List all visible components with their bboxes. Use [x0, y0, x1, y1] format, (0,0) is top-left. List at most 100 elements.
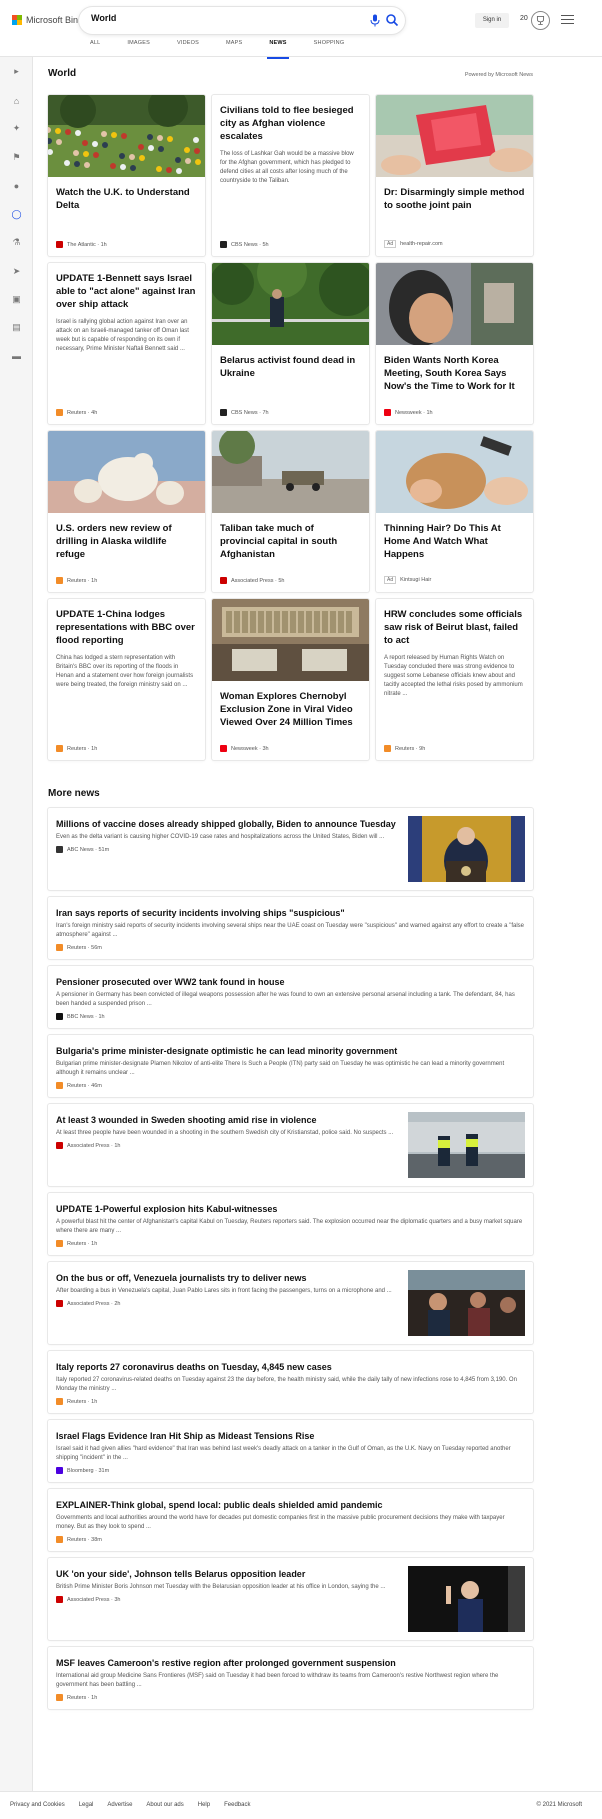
footer-link[interactable]: About our ads — [146, 1802, 183, 1808]
news-card[interactable]: Biden Wants North Korea Meeting, South K… — [376, 263, 533, 424]
source-name[interactable]: ABC News · 51m — [67, 847, 109, 853]
source-name[interactable]: Reuters · 1h — [67, 1695, 97, 1701]
news-list-item[interactable]: Iran says reports of security incidents … — [48, 897, 533, 959]
card-title[interactable]: UPDATE 1-Bennett says Israel able to "ac… — [48, 263, 205, 311]
news-card[interactable]: Belarus activist found dead in Ukraine CB… — [212, 263, 369, 424]
globe-icon[interactable]: ◯ — [10, 208, 23, 221]
home-icon[interactable]: ⌂ — [10, 94, 23, 107]
film-icon[interactable]: ▣ — [10, 293, 23, 306]
news-card[interactable]: Woman Explores Chernobyl Exclusion Zone … — [212, 599, 369, 760]
rewards-count[interactable]: 20 — [520, 15, 528, 22]
news-headline[interactable]: MSF leaves Cameroon's restive region aft… — [48, 1647, 533, 1669]
source-name[interactable]: BBC News · 1h — [67, 1014, 105, 1020]
tab-maps[interactable]: MAPS — [226, 40, 242, 56]
rewards-trophy-icon[interactable] — [531, 11, 550, 30]
news-list-item[interactable]: Millions of vaccine doses already shippe… — [48, 808, 533, 890]
card-image[interactable] — [212, 431, 369, 513]
tab-news[interactable]: NEWS — [267, 40, 290, 59]
source-name[interactable]: Bloomberg · 31m — [67, 1468, 109, 1474]
news-list-item[interactable]: Italy reports 27 coronavirus deaths on T… — [48, 1351, 533, 1413]
news-card[interactable]: UPDATE 1-Bennett says Israel able to "ac… — [48, 263, 205, 424]
microscope-icon[interactable]: ⚗ — [10, 236, 23, 249]
footer-link[interactable]: Legal — [79, 1802, 94, 1808]
source-name[interactable]: Reuters · 38m — [67, 1537, 102, 1543]
card-image[interactable] — [48, 95, 205, 177]
news-list-item[interactable]: Israel Flags Evidence Iran Hit Ship as M… — [48, 1420, 533, 1482]
source-name[interactable]: Newsweek · 3h — [231, 746, 269, 752]
source-name[interactable]: Reuters · 1h — [67, 578, 97, 584]
news-list-item[interactable]: At least 3 wounded in Sweden shooting am… — [48, 1104, 533, 1186]
source-name[interactable]: Reuters · 1h — [67, 1399, 97, 1405]
powered-by[interactable]: Powered by Microsoft News — [465, 72, 533, 78]
location-icon[interactable]: ● — [10, 179, 23, 192]
news-card[interactable]: Taliban take much of provincial capital … — [212, 431, 369, 592]
card-title[interactable]: Thinning Hair? Do This At Home And Watch… — [376, 513, 533, 561]
source-name[interactable]: Newsweek · 1h — [395, 410, 433, 416]
chevron-right-icon[interactable]: ▸ — [10, 65, 23, 78]
card-image[interactable] — [376, 431, 533, 513]
source-name[interactable]: Associated Press · 5h — [231, 578, 285, 584]
tab-all[interactable]: ALL — [90, 40, 100, 56]
card-title[interactable]: Civilians told to flee besieged city as … — [212, 95, 369, 143]
news-list-item[interactable]: Pensioner prosecuted over WW2 tank found… — [48, 966, 533, 1028]
news-card[interactable]: Thinning Hair? Do This At Home And Watch… — [376, 431, 533, 592]
news-card[interactable]: Dr: Disarmingly simple method to soothe … — [376, 95, 533, 256]
news-headline[interactable]: Israel Flags Evidence Iran Hit Ship as M… — [48, 1420, 533, 1442]
card-title[interactable]: Biden Wants North Korea Meeting, South K… — [376, 345, 533, 393]
microphone-icon[interactable] — [369, 14, 381, 27]
tab-videos[interactable]: VIDEOS — [177, 40, 199, 56]
source-name[interactable]: CBS News · 7h — [231, 410, 269, 416]
footer-link[interactable]: Feedback — [224, 1802, 250, 1808]
source-name[interactable]: CBS News · 5h — [231, 242, 269, 248]
news-thumbnail[interactable] — [408, 1112, 525, 1178]
news-list-item[interactable]: UPDATE 1-Powerful explosion hits Kabul-w… — [48, 1193, 533, 1255]
source-name[interactable]: Reuters · 1h — [67, 1241, 97, 1247]
sign-in-button[interactable]: Sign in — [475, 13, 509, 28]
news-list-item[interactable]: UK 'on your side', Johnson tells Belarus… — [48, 1558, 533, 1640]
hamburger-menu-icon[interactable] — [561, 15, 574, 25]
card-image[interactable] — [376, 95, 533, 177]
search-box[interactable] — [79, 7, 405, 34]
news-list-item[interactable]: EXPLAINER-Think global, spend local: pub… — [48, 1489, 533, 1551]
card-title[interactable]: Watch the U.K. to Understand Delta — [48, 177, 205, 212]
source-name[interactable]: Kintsugi Hair — [400, 577, 431, 583]
source-name[interactable]: Reuters · 9h — [395, 746, 425, 752]
news-thumbnail[interactable] — [408, 816, 525, 886]
news-headline[interactable]: EXPLAINER-Think global, spend local: pub… — [48, 1489, 533, 1511]
search-icon[interactable] — [385, 13, 399, 27]
card-image[interactable] — [212, 263, 369, 345]
search-input[interactable] — [91, 13, 311, 23]
source-name[interactable]: Associated Press · 2h — [67, 1301, 121, 1307]
bank-icon[interactable]: ▤ — [10, 321, 23, 334]
card-title[interactable]: Belarus activist found dead in Ukraine — [212, 345, 369, 380]
news-headline[interactable]: Bulgaria's prime minister-designate opti… — [48, 1035, 533, 1057]
news-card[interactable]: Watch the U.K. to Understand Delta The At… — [48, 95, 205, 256]
source-name[interactable]: health-repair.com — [400, 241, 443, 247]
footer-link[interactable]: Advertise — [107, 1802, 132, 1808]
source-name[interactable]: Reuters · 4h — [67, 410, 97, 416]
card-title[interactable]: Dr: Disarmingly simple method to soothe … — [376, 177, 533, 212]
source-name[interactable]: The Atlantic · 1h — [67, 242, 107, 248]
news-list-item[interactable]: MSF leaves Cameroon's restive region aft… — [48, 1647, 533, 1709]
news-headline[interactable]: Iran says reports of security incidents … — [48, 897, 533, 919]
tab-shopping[interactable]: SHOPPING — [314, 40, 345, 56]
source-name[interactable]: Reuters · 56m — [67, 945, 102, 951]
news-headline[interactable]: UPDATE 1-Powerful explosion hits Kabul-w… — [48, 1193, 533, 1215]
news-thumbnail[interactable] — [408, 1566, 525, 1632]
footer-link[interactable]: Help — [198, 1802, 210, 1808]
news-card[interactable]: U.S. orders new review of drilling in Al… — [48, 431, 205, 592]
source-name[interactable]: Reuters · 1h — [67, 746, 97, 752]
card-title[interactable]: Woman Explores Chernobyl Exclusion Zone … — [212, 681, 369, 729]
news-list-item[interactable]: Bulgaria's prime minister-designate opti… — [48, 1035, 533, 1097]
news-card[interactable]: Civilians told to flee besieged city as … — [212, 95, 369, 256]
flag-icon[interactable]: ⚑ — [10, 151, 23, 164]
source-name[interactable]: Reuters · 46m — [67, 1083, 102, 1089]
card-image[interactable] — [212, 599, 369, 681]
card-icon[interactable]: ▬ — [10, 349, 23, 362]
card-image[interactable] — [48, 431, 205, 513]
tab-images[interactable]: IMAGES — [127, 40, 150, 56]
news-list-item[interactable]: On the bus or off, Venezuela journalists… — [48, 1262, 533, 1344]
card-title[interactable]: Taliban take much of provincial capital … — [212, 513, 369, 561]
rocket-icon[interactable]: ➤ — [10, 265, 23, 278]
news-headline[interactable]: Italy reports 27 coronavirus deaths on T… — [48, 1351, 533, 1373]
